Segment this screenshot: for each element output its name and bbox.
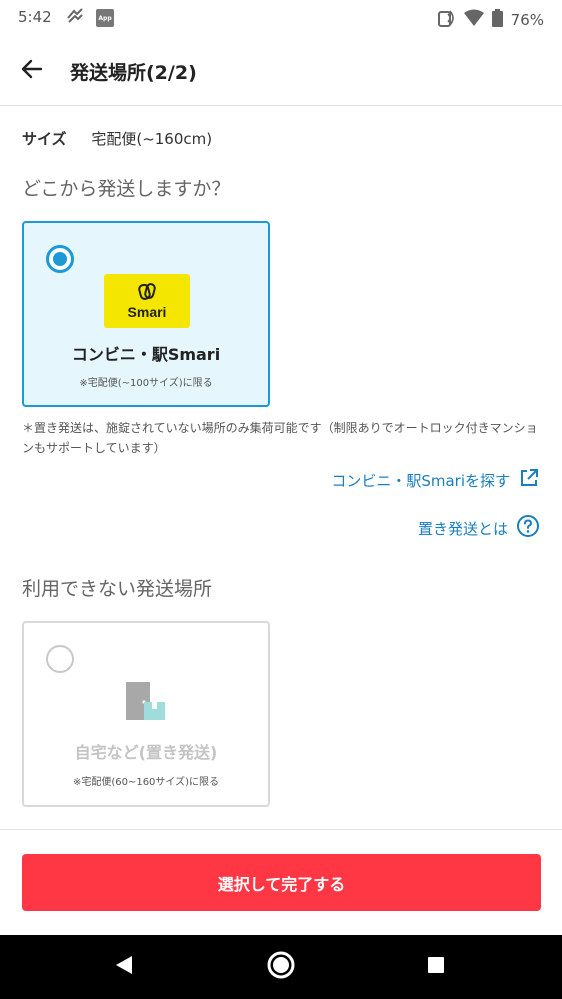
disclaimer-text: ＊置き発送は、施錠されていない場所のみ集荷可能です（制限ありでオートロック付きマ…: [22, 421, 538, 455]
status-time: 5:42: [18, 8, 52, 26]
wifi-icon: [463, 9, 484, 31]
radio-home: [46, 645, 74, 673]
size-row: サイズ 宅配便(~160cm): [22, 128, 212, 149]
home-door-box-icon: [124, 680, 168, 728]
option-card-smari[interactable]: Smari コンビニ・駅Smari ※宅配便(~100サイズ)に限る: [22, 221, 270, 407]
size-label: サイズ: [22, 130, 67, 148]
nfc-icon: [436, 8, 456, 32]
select-complete-button[interactable]: 選択して完了する: [22, 854, 541, 911]
status-bar: 5:42 App 76%: [0, 0, 562, 36]
option-note-home: ※宅配便(60~160サイズ)に限る: [72, 777, 220, 788]
app-notification-icon: App: [96, 9, 114, 27]
smari-logo-text: Smari: [127, 304, 167, 320]
radio-smari[interactable]: [46, 245, 74, 273]
smari-logo-icon: [138, 283, 156, 300]
square-recents-icon: [426, 955, 446, 979]
app-bar: 発送場所(2/2): [0, 36, 562, 106]
nav-back-button[interactable]: [106, 949, 142, 985]
battery-icon: [491, 9, 503, 31]
triangle-back-icon: [114, 954, 134, 980]
vibration-icon: [66, 8, 84, 28]
unavailable-section-title: 利用できない発送場所: [22, 578, 213, 600]
back-button[interactable]: [14, 53, 50, 89]
option-card-home: 自宅など(置き発送) ※宅配便(60~160サイズ)に限る: [22, 621, 270, 807]
nav-recents-button[interactable]: [418, 949, 454, 985]
page-title: 発送場所(2/2): [70, 62, 197, 84]
find-smari-link-label: コンビニ・駅Smariを探す: [331, 471, 510, 490]
nav-home-button[interactable]: [263, 949, 299, 985]
battery-percent: 76%: [510, 11, 544, 29]
circle-home-icon: [266, 950, 296, 984]
arrow-left-icon: [20, 57, 44, 85]
size-value: 宅配便(~160cm): [91, 130, 213, 148]
divider: [0, 829, 562, 830]
what-is-oki-link[interactable]: 置き発送とは: [418, 514, 540, 542]
shipping-question: どこから発送しますか？: [22, 178, 231, 200]
external-link-icon: [518, 467, 540, 493]
system-nav-bar: [0, 935, 562, 999]
option-title-home: 自宅など(置き発送): [74, 743, 218, 762]
option-title-smari: コンビニ・駅Smari: [71, 345, 221, 364]
app-badge-text: App: [98, 14, 112, 22]
find-smari-link[interactable]: コンビニ・駅Smariを探す: [331, 467, 540, 493]
smari-logo: Smari: [104, 274, 190, 328]
option-note-smari: ※宅配便(~100サイズ)に限る: [79, 378, 213, 389]
help-icon: [516, 514, 540, 542]
what-is-oki-link-label: 置き発送とは: [417, 519, 508, 538]
